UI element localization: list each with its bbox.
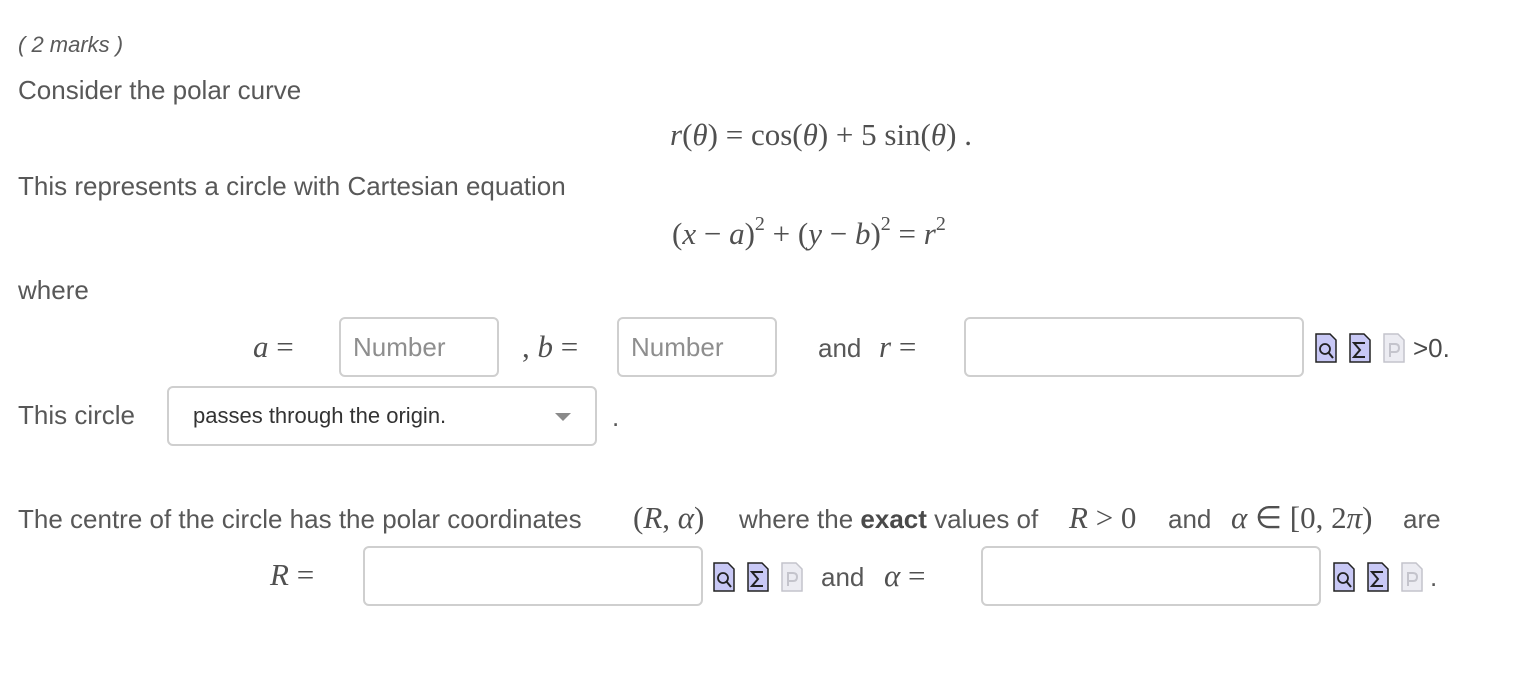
help-icon[interactable] bbox=[1401, 562, 1423, 592]
centre-sentence-start: The centre of the circle has the polar c… bbox=[18, 504, 582, 534]
centre-and: and bbox=[1168, 504, 1212, 534]
preview-icon[interactable] bbox=[713, 562, 735, 592]
and-label-alpha: and bbox=[821, 562, 865, 592]
circle-prefix: This circle bbox=[18, 400, 136, 430]
R-input[interactable] bbox=[363, 546, 703, 606]
where-label: where bbox=[18, 275, 89, 305]
sigma-icon[interactable] bbox=[1349, 333, 1371, 363]
and-label-r: and bbox=[818, 333, 862, 363]
circle-property-select[interactable]: passes through the origin. bbox=[167, 386, 597, 446]
end-period: . bbox=[1430, 562, 1438, 592]
cartesian-equation: (x − a)2 + (y − b)2 = r2 bbox=[672, 213, 946, 251]
help-icon[interactable] bbox=[1383, 333, 1405, 363]
intro-text: Consider the polar curve bbox=[18, 75, 302, 105]
alpha-label: α = bbox=[884, 558, 926, 593]
b-input[interactable] bbox=[617, 317, 777, 377]
cartesian-intro-text: This represents a circle with Cartesian … bbox=[18, 171, 566, 201]
circle-property-selected: passes through the origin. bbox=[193, 403, 447, 428]
a-label: a = bbox=[253, 329, 294, 364]
alpha-condition: α ∈ [0, 2π) bbox=[1231, 500, 1373, 535]
r-suffix: >0. bbox=[1413, 333, 1450, 363]
a-input[interactable] bbox=[339, 317, 499, 377]
R-label: R = bbox=[270, 557, 315, 592]
centre-coords: (R, α) bbox=[633, 500, 705, 535]
marks-label: ( 2 marks ) bbox=[18, 32, 124, 57]
R-condition: R > 0 bbox=[1069, 500, 1137, 535]
help-icon[interactable] bbox=[781, 562, 803, 592]
r-label: r = bbox=[879, 329, 917, 364]
centre-are: are bbox=[1403, 504, 1441, 534]
preview-icon[interactable] bbox=[1315, 333, 1337, 363]
sigma-icon[interactable] bbox=[1367, 562, 1389, 592]
centre-sentence-mid: where the exact values of bbox=[739, 504, 1039, 534]
polar-equation: r(θ) = cos(θ) + 5 sin(θ) . bbox=[670, 117, 972, 152]
r-input[interactable] bbox=[964, 317, 1304, 377]
preview-icon[interactable] bbox=[1333, 562, 1355, 592]
chevron-down-icon bbox=[555, 413, 571, 421]
sigma-icon[interactable] bbox=[747, 562, 769, 592]
b-label: , b = bbox=[522, 329, 579, 364]
circle-suffix: . bbox=[612, 402, 620, 432]
alpha-input[interactable] bbox=[981, 546, 1321, 606]
